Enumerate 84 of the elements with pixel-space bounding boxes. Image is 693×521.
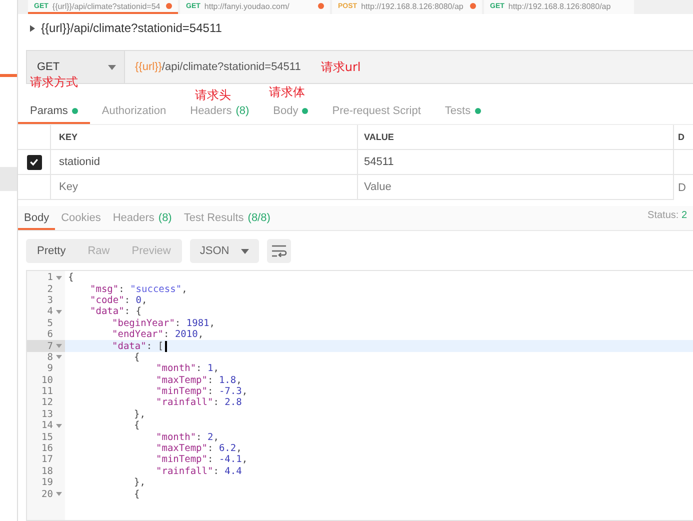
response-tab[interactable]: Headers (8) — [106, 209, 178, 230]
line-number: 13 — [40, 408, 53, 420]
line-number: 14 — [40, 420, 53, 432]
column-header: D — [677, 131, 686, 144]
line-number: 15 — [40, 432, 53, 443]
code-line: { — [68, 272, 74, 284]
line-number: 1 — [46, 272, 53, 284]
line-number: 3 — [46, 294, 53, 306]
code-line: "rainfall": 4.4 — [156, 466, 242, 477]
line-number: 20 — [40, 488, 53, 500]
request-option-tab[interactable]: Body — [261, 102, 320, 124]
line-number: 4 — [46, 306, 53, 318]
code-line: }, — [134, 408, 146, 420]
request-option-tab[interactable]: Headers (8) — [178, 102, 262, 124]
format-dropdown[interactable]: JSON — [190, 239, 260, 263]
code-line: "minTemp": -7.3, — [156, 386, 248, 398]
response-tab[interactable]: Body — [18, 209, 56, 230]
fold-arrow-icon[interactable] — [56, 310, 62, 314]
request-option-tab[interactable]: Pre-request Script — [320, 102, 433, 124]
active-indicator — [0, 74, 17, 77]
code-line: "month": 2, — [156, 432, 219, 443]
tab-url: {{url}}/api/climate?stationid=54 — [52, 2, 162, 10]
request-option-tab[interactable]: Authorization — [90, 102, 178, 124]
line-number: 11 — [40, 386, 53, 398]
view-mode-button[interactable]: Preview — [120, 239, 182, 263]
tab-url: http://192.168.8.126:8080/ap — [508, 2, 612, 10]
url-input[interactable]: {{url}}/api/climate?stationid=54511 — [125, 61, 301, 73]
line-number: 19 — [40, 477, 53, 488]
code-line: { — [134, 420, 140, 432]
code-line: "msg": "success", — [90, 284, 188, 295]
response-tab[interactable]: Cookies — [55, 209, 107, 230]
line-number: 17 — [40, 454, 53, 466]
fold-arrow-icon[interactable] — [56, 355, 62, 360]
fold-arrow-icon[interactable] — [56, 492, 62, 496]
line-number: 8 — [46, 352, 53, 363]
code-line: "beginYear": 1981, — [112, 318, 216, 329]
column-header: KEY — [51, 125, 358, 149]
annotation-text: 请求体 — [269, 84, 305, 101]
view-mode-button[interactable]: Raw — [76, 239, 121, 263]
line-number: 10 — [40, 374, 53, 386]
response-tab[interactable]: Test Results (8/8) — [178, 209, 276, 230]
expand-arrow-icon[interactable] — [30, 24, 35, 32]
fold-arrow-icon[interactable] — [56, 424, 62, 428]
checkmark-icon — [29, 157, 39, 167]
wrap-lines-button[interactable] — [267, 239, 292, 263]
code-line: }, — [134, 477, 146, 488]
annotation-text: 请求url — [320, 58, 361, 76]
line-number: 18 — [40, 466, 53, 477]
code-line: "month": 1, — [156, 363, 219, 374]
line-number: 16 — [40, 443, 53, 454]
line-number: 12 — [40, 397, 53, 408]
code-line: { — [134, 488, 140, 500]
request-name: {{url}}/api/climate?stationid=54511 — [41, 21, 222, 35]
code-line: "endYear": 2010, — [112, 329, 204, 340]
table-cell: 54511 — [358, 150, 674, 174]
annotation-text: 请求头 — [195, 87, 231, 104]
table-cell: stationid — [51, 150, 358, 174]
column-header: VALUE — [358, 125, 674, 149]
code-line: "code": 0, — [90, 294, 148, 306]
line-number: 6 — [46, 329, 53, 340]
line-number: 5 — [46, 318, 53, 329]
checkbox[interactable] — [26, 154, 42, 170]
fold-arrow-icon[interactable] — [56, 344, 62, 348]
text-cursor — [164, 340, 167, 352]
code-line: "minTemp": -4.1, — [156, 454, 248, 466]
wrap-lines-icon — [271, 245, 288, 257]
tab-url: http://192.168.8.126:8080/ap — [361, 2, 464, 10]
line-number: 9 — [46, 363, 53, 374]
tab-url: http://fanyi.youdao.com/ — [204, 2, 290, 10]
line-number: 7 — [46, 340, 53, 352]
line-number: 2 — [46, 284, 53, 295]
request-option-tab[interactable]: Params — [18, 102, 90, 124]
caret-icon — [108, 64, 116, 70]
code-line: "maxTemp": 1.8, — [156, 374, 242, 386]
code-line: "rainfall": 2.8 — [156, 397, 242, 408]
status-text: Status: 2 — [648, 210, 687, 221]
view-mode-button[interactable]: Pretty — [26, 239, 77, 263]
caret-icon — [241, 248, 250, 254]
fold-arrow-icon[interactable] — [56, 276, 62, 280]
request-option-tab[interactable]: Tests — [432, 102, 493, 124]
code-line: "maxTemp": 6.2, — [156, 443, 242, 454]
code-line: "data": { — [90, 306, 142, 318]
code-line: "data": [ — [112, 340, 164, 352]
code-line: { — [134, 352, 140, 363]
